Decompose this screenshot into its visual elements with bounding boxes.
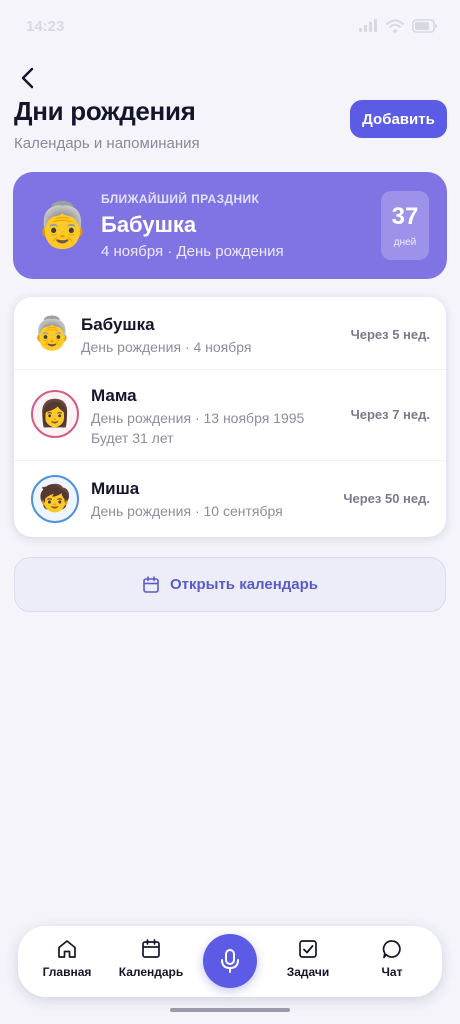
- grandmother-emoji-icon: 👵: [32, 314, 72, 352]
- list-item-name: Миша: [91, 479, 140, 498]
- back-button[interactable]: [14, 64, 42, 92]
- back-arrow-icon: [21, 67, 34, 89]
- status-bar: 14:23: [0, 0, 460, 52]
- days-remaining-badge: 37 дней: [381, 191, 429, 260]
- voice-input-button[interactable]: [203, 934, 257, 988]
- home-icon: [58, 940, 76, 958]
- nav-item-chat[interactable]: Чат: [352, 938, 432, 986]
- list-item-age-note: Будет 31 лет: [91, 430, 174, 446]
- home-indicator[interactable]: [170, 1008, 290, 1012]
- chat-bubble-icon: [382, 940, 401, 959]
- days-remaining-unit: дней: [393, 237, 417, 248]
- nav-item-tasks[interactable]: Задачи: [268, 938, 348, 986]
- child-emoji-icon: 🧒: [38, 484, 72, 514]
- list-item-detail: День рождения · 10 сентября: [91, 503, 283, 519]
- avatar: 🧒: [31, 475, 79, 523]
- list-item-grandmother[interactable]: 👵 Бабушка День рождения · 4 ноября Через…: [14, 297, 446, 369]
- woman-emoji-icon: 👩: [38, 399, 72, 429]
- signal-icon: [359, 19, 377, 32]
- nearest-holiday-label: БЛИЖАЙШИЙ ПРАЗДНИК: [101, 192, 260, 206]
- open-calendar-button[interactable]: Открыть календарь: [14, 557, 446, 612]
- list-item-mother[interactable]: 👩 Мама День рождения · 13 ноября 1995 Бу…: [14, 369, 446, 460]
- list-item-misha[interactable]: 🧒 Миша День рождения · 10 сентября Через…: [14, 460, 446, 537]
- list-item-countdown: Через 7 нед.: [350, 407, 430, 422]
- calendar-icon: [143, 575, 159, 593]
- avatar: 👩: [31, 390, 79, 438]
- list-item-countdown: Через 5 нед.: [350, 327, 430, 342]
- wifi-icon: [386, 19, 404, 33]
- status-time: 14:23: [26, 17, 65, 35]
- nav-label-chat: Чат: [381, 965, 403, 979]
- nav-label-home: Главная: [42, 965, 92, 979]
- battery-icon: [412, 19, 437, 33]
- add-button[interactable]: Добавить: [350, 100, 447, 138]
- nearest-holiday-card[interactable]: 👵 БЛИЖАЙШИЙ ПРАЗДНИК Бабушка 4 ноября · …: [13, 172, 447, 279]
- status-icons: [358, 19, 438, 33]
- open-calendar-label: Открыть календарь: [169, 576, 319, 593]
- nearest-holiday-date: 4 ноября · День рождения: [101, 243, 284, 260]
- grandmother-emoji-icon: 👵: [35, 200, 90, 251]
- birthday-list: 👵 Бабушка День рождения · 4 ноября Через…: [14, 297, 446, 537]
- nav-item-calendar[interactable]: Календарь: [111, 938, 191, 986]
- page-title: Дни рождения: [14, 96, 196, 126]
- list-item-detail: День рождения · 13 ноября 1995: [91, 410, 305, 426]
- calendar-icon: [142, 939, 160, 958]
- days-remaining-count: 37: [391, 203, 419, 230]
- list-item-detail: День рождения · 4 ноября: [81, 339, 252, 355]
- microphone-icon: [221, 949, 239, 973]
- list-item-name: Мама: [91, 386, 137, 405]
- nav-label-calendar: Календарь: [118, 965, 184, 979]
- nav-item-home[interactable]: Главная: [27, 938, 107, 986]
- bottom-navigation: Главная Календарь Задачи Чат: [18, 926, 442, 997]
- checkbox-icon: [299, 940, 317, 958]
- list-item-name: Бабушка: [81, 315, 155, 334]
- page-subtitle: Календарь и напоминания: [14, 135, 200, 152]
- nav-label-tasks: Задачи: [286, 965, 330, 979]
- list-item-countdown: Через 50 нед.: [343, 491, 430, 506]
- nearest-holiday-name: Бабушка: [101, 212, 197, 237]
